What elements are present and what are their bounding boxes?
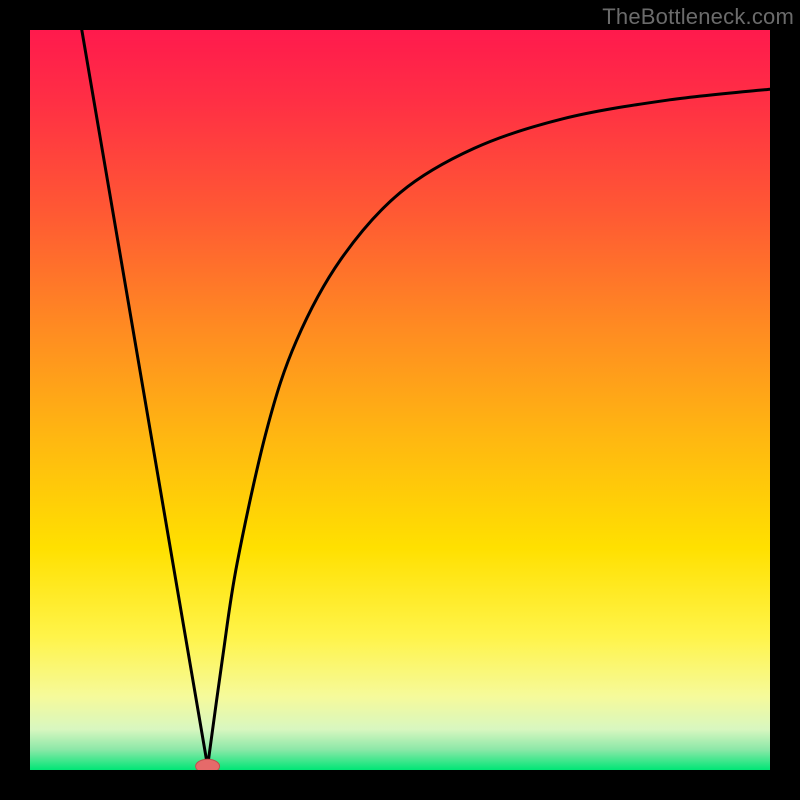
- gradient-background: [30, 30, 770, 770]
- plot-area: [30, 30, 770, 770]
- bottleneck-chart: [30, 30, 770, 770]
- chart-frame: TheBottleneck.com: [0, 0, 800, 800]
- minimum-marker: [196, 759, 220, 770]
- watermark-text: TheBottleneck.com: [602, 4, 794, 30]
